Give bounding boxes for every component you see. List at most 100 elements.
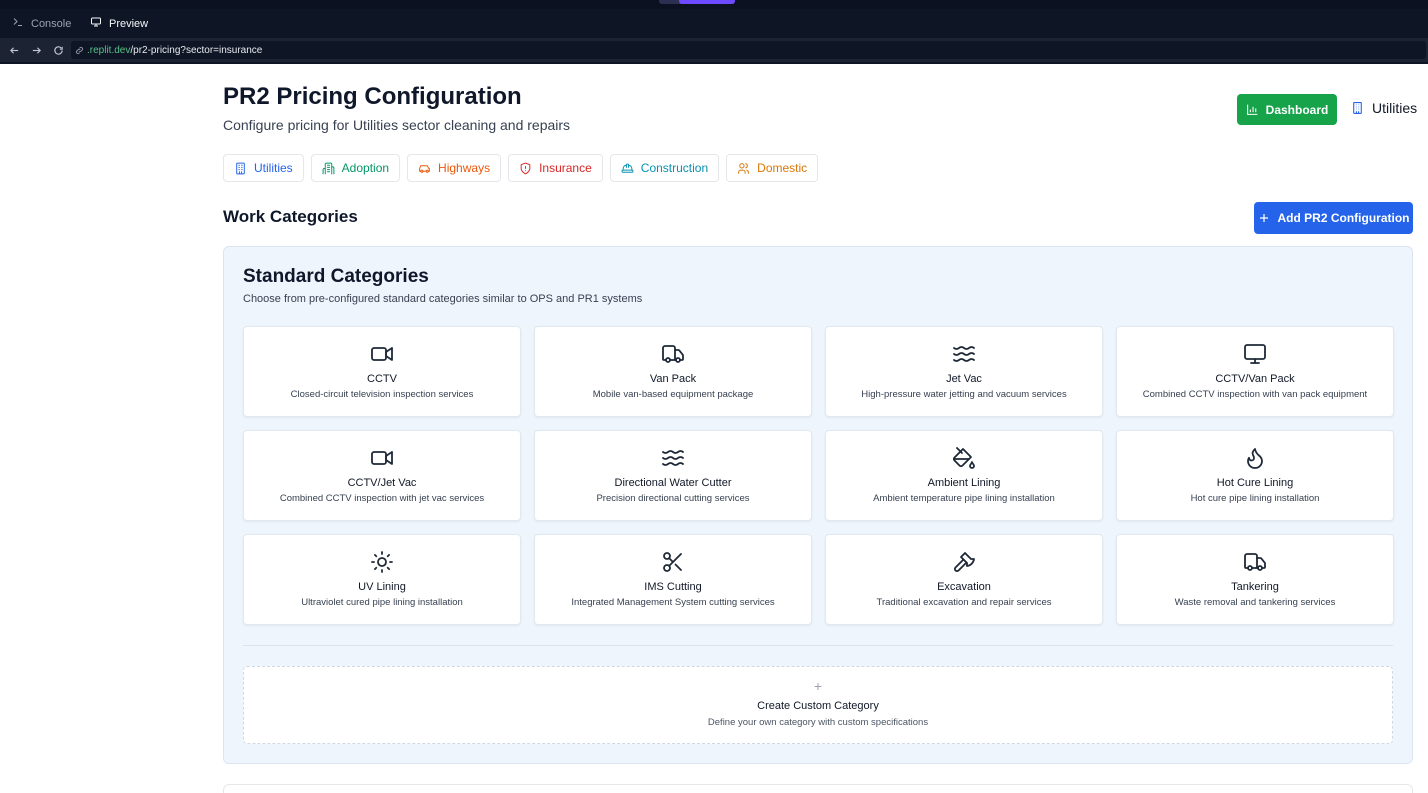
pickaxe-icon — [952, 550, 976, 574]
sector-tab-adoption[interactable]: Adoption — [310, 154, 401, 182]
sector-tab-label: Construction — [640, 161, 709, 175]
plus-icon — [1258, 212, 1270, 224]
flame-icon — [1243, 446, 1267, 470]
category-name: Hot Cure Lining — [1216, 477, 1294, 489]
category-desc: Traditional excavation and repair servic… — [876, 597, 1052, 608]
hard-hat-icon — [621, 162, 634, 175]
category-desc: Integrated Management System cutting ser… — [571, 597, 775, 608]
video-icon — [370, 446, 394, 470]
page-subtitle: Configure pricing for Utilities sector c… — [223, 117, 571, 133]
category-desc: High-pressure water jetting and vacuum s… — [861, 389, 1067, 400]
sector-tab-highways[interactable]: Highways — [407, 154, 502, 182]
bar-chart-icon — [1246, 103, 1259, 116]
car-icon — [418, 162, 431, 175]
truck-icon — [661, 342, 685, 366]
category-card[interactable]: Hot Cure Lining Hot cure pipe lining inst… — [1116, 430, 1394, 521]
page-title: PR2 Pricing Configuration — [223, 83, 522, 110]
category-name: IMS Cutting — [644, 581, 702, 593]
paint-bucket-icon — [952, 446, 976, 470]
standard-categories-title: Standard Categories — [243, 266, 429, 287]
category-card[interactable]: Van Pack Mobile van-based equipment packa… — [534, 326, 812, 417]
category-card[interactable]: Tankering Waste removal and tankering ser… — [1116, 534, 1394, 625]
custom-category-name: Create Custom Category — [757, 700, 879, 712]
waves-icon — [661, 446, 685, 470]
sector-tab-label: Domestic — [757, 161, 808, 175]
sector-tab-domestic[interactable]: Domestic — [726, 154, 819, 182]
sector-tab-label: Utilities — [254, 161, 293, 175]
url-path: /pr2-pricing?sector=insurance — [130, 44, 263, 56]
tab-preview[interactable]: Preview — [82, 9, 157, 38]
next-section-card — [223, 784, 1413, 793]
scissors-icon — [661, 550, 685, 574]
drag-handle[interactable] — [659, 0, 735, 4]
category-name: CCTV/Van Pack — [1215, 373, 1295, 385]
category-card[interactable]: IMS Cutting Integrated Management System … — [534, 534, 812, 625]
category-name: Jet Vac — [946, 373, 982, 385]
category-card[interactable]: Ambient Lining Ambient temperature pipe l… — [825, 430, 1103, 521]
sun-icon — [370, 550, 394, 574]
category-name: Tankering — [1231, 581, 1279, 593]
category-desc: Ambient temperature pipe lining installa… — [873, 493, 1055, 504]
add-pr2-configuration-button[interactable]: Add PR2 Configuration — [1254, 202, 1413, 234]
shield-icon — [519, 162, 532, 175]
url-bar: .replit.dev/pr2-pricing?sector=insurance — [0, 38, 1428, 62]
category-desc: Mobile van-based equipment package — [592, 389, 754, 400]
category-card[interactable]: Jet Vac High-pressure water jetting and v… — [825, 326, 1103, 417]
video-icon — [370, 342, 394, 366]
sector-tab-label: Adoption — [341, 161, 390, 175]
current-sector-indicator: Utilities — [1351, 100, 1417, 116]
category-card[interactable]: Directional Water Cutter Precision direct… — [534, 430, 812, 521]
tab-label: Preview — [109, 17, 149, 30]
link-icon — [75, 46, 84, 55]
building-icon — [1351, 101, 1364, 115]
monitor-icon — [1243, 342, 1267, 366]
back-button[interactable] — [3, 38, 25, 62]
building-2-icon — [322, 162, 335, 175]
chrome-divider — [0, 62, 1428, 64]
sector-tab-label: Highways — [438, 161, 491, 175]
category-name: Ambient Lining — [927, 477, 1001, 489]
arrow-left-icon — [9, 46, 18, 54]
custom-category-desc: Define your own category with custom spe… — [707, 717, 929, 728]
sector-tab-utilities[interactable]: Utilities — [223, 154, 304, 182]
divider — [243, 645, 1393, 646]
category-card[interactable]: CCTV/Jet Vac Combined CCTV inspection wit… — [243, 430, 521, 521]
standard-categories-panel: Standard Categories Choose from pre-conf… — [223, 246, 1413, 764]
users-icon — [737, 162, 750, 175]
category-card[interactable]: CCTV Closed-circuit television inspection… — [243, 326, 521, 417]
category-card[interactable]: UV Lining Ultraviolet cured pipe lining i… — [243, 534, 521, 625]
category-name: Van Pack — [649, 373, 697, 385]
category-desc: Closed-circuit television inspection ser… — [290, 389, 474, 400]
sector-tabs: Utilities Adoption Highways Insurance Constr… — [223, 154, 819, 182]
category-name: UV Lining — [358, 581, 406, 593]
sector-tab-construction[interactable]: Construction — [609, 154, 720, 182]
reload-button[interactable] — [47, 38, 69, 62]
category-desc: Combined CCTV inspection with van pack e… — [1142, 389, 1368, 400]
plus-icon: + — [813, 678, 823, 694]
tab-console[interactable]: Console — [6, 9, 77, 38]
category-name: Excavation — [937, 581, 991, 593]
category-card[interactable]: CCTV/Van Pack Combined CCTV inspection wi… — [1116, 326, 1394, 417]
sector-tab-label: Insurance — [539, 161, 592, 175]
standard-categories-subtitle: Choose from pre-configured standard cate… — [243, 293, 643, 305]
dashboard-button[interactable]: Dashboard — [1237, 94, 1337, 125]
category-desc: Combined CCTV inspection with jet vac se… — [279, 493, 485, 504]
arrow-right-icon — [32, 46, 41, 54]
tab-label: Console — [31, 17, 72, 30]
forward-button[interactable] — [25, 38, 47, 62]
category-desc: Hot cure pipe lining installation — [1190, 493, 1320, 504]
category-name: CCTV/Jet Vac — [347, 477, 417, 489]
dashboard-label: Dashboard — [1265, 102, 1329, 117]
building-icon — [234, 162, 247, 175]
create-custom-category-card[interactable]: + Create Custom Category Define your own… — [243, 666, 1393, 744]
refresh-icon — [53, 45, 63, 55]
current-sector-label: Utilities — [1372, 100, 1418, 116]
truck-icon — [1243, 550, 1267, 574]
url-host: .replit.dev — [87, 44, 131, 56]
category-card[interactable]: Excavation Traditional excavation and rep… — [825, 534, 1103, 625]
category-desc: Ultraviolet cured pipe lining installati… — [301, 597, 463, 608]
url-input[interactable]: .replit.dev/pr2-pricing?sector=insurance — [71, 41, 1426, 59]
sector-tab-insurance[interactable]: Insurance — [508, 154, 603, 182]
category-desc: Waste removal and tankering services — [1174, 597, 1336, 608]
waves-icon — [952, 342, 976, 366]
